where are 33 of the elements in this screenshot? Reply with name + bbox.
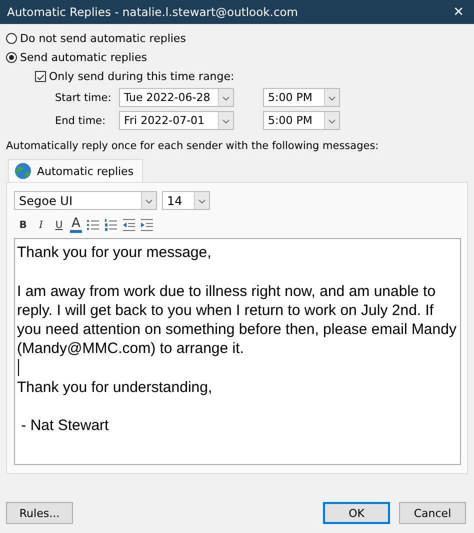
bold-button[interactable]: B	[16, 220, 30, 230]
instruction-text: Automatically reply once for each sender with the following messages:	[6, 140, 380, 152]
message-paragraph: Thank you for understanding,	[17, 378, 214, 398]
tab[interactable]: Automatic replies	[8, 159, 143, 182]
time-dropdown[interactable]: 5:00 PM	[263, 111, 340, 130]
window-title: Automatic Replies - natalie.l.stewart@outlook.com	[7, 5, 298, 19]
outdent-icon[interactable]	[122, 218, 136, 232]
font-color-button[interactable]: A	[70, 218, 82, 232]
indent-icon[interactable]	[140, 218, 154, 232]
font-size-dropdown[interactable]: 14	[162, 191, 210, 210]
radio-button[interactable]: Send automatic replies	[6, 48, 468, 67]
close-button[interactable]: ✕	[451, 4, 466, 20]
radio-button[interactable]: Do not send automatic replies	[6, 29, 468, 48]
dialog-button[interactable]: OK	[323, 502, 390, 524]
checkmark-icon	[36, 72, 45, 83]
dialog-button[interactable]: Rules...	[6, 502, 73, 524]
field-label: End time:	[55, 114, 107, 126]
dialog-button[interactable]: Cancel	[399, 502, 466, 524]
field-label: Start time:	[55, 92, 112, 104]
message-editor[interactable]	[14, 238, 461, 465]
checkbox[interactable]: Only send during this time range:	[35, 67, 234, 86]
underline-button[interactable]: U	[52, 220, 66, 230]
message-paragraph: - Nat Stewart	[20, 416, 110, 436]
message-paragraph: Thank you for your message,	[17, 243, 212, 262]
numbered-list-icon[interactable]	[104, 218, 118, 232]
time-dropdown[interactable]: 5:00 PM	[263, 88, 340, 107]
date-dropdown[interactable]: Fri 2022-07-01	[119, 111, 234, 130]
font-dropdown[interactable]: Segoe UI	[14, 191, 157, 210]
bullet-list-icon[interactable]	[86, 218, 100, 232]
message-paragraph: I am away from work due to illness right now, and am unable to reply. I will get back to you when I return to work on July 2nd. If you need attention on something before then, please email Mandy (Mandy@MMC.com) to arrange it.	[17, 282, 458, 359]
italic-button[interactable]: I	[34, 220, 48, 230]
date-dropdown[interactable]: Tue 2022-06-28	[119, 88, 234, 107]
globe-icon	[14, 162, 32, 180]
